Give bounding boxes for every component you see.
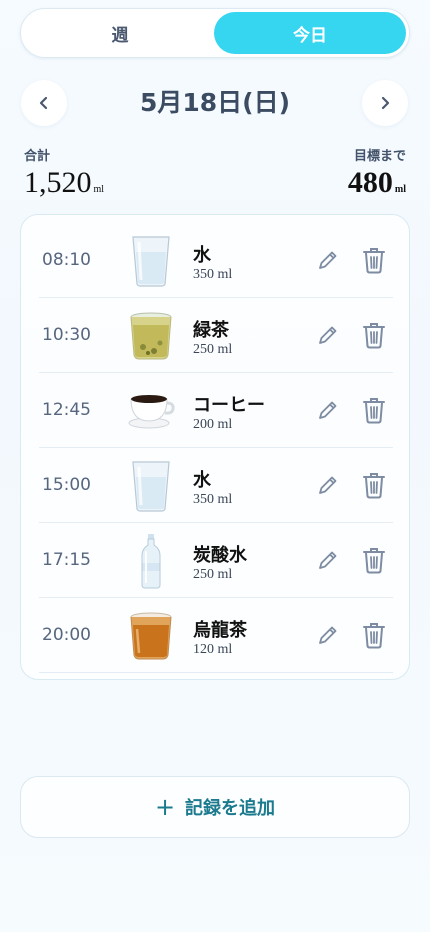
entry-amount: 250 ml [193, 567, 233, 582]
add-record-label: 記録を追加 [185, 798, 276, 819]
list-item: 12:45 コーヒー 200 ml [39, 373, 393, 448]
trash-icon[interactable] [361, 245, 387, 275]
entry-name: 水 [193, 245, 211, 266]
entry-time: 10:30 [42, 325, 91, 345]
trash-icon[interactable] [361, 620, 387, 650]
total-value: 1,520 ml [24, 166, 104, 200]
entry-time: 15:00 [42, 475, 91, 495]
intake-list: 08:10 水 350 ml 10:30 緑茶 250 ml 12:45 コーヒ… [20, 214, 410, 680]
water-glass-icon [127, 233, 175, 289]
entry-time: 20:00 [42, 625, 91, 645]
previous-day-button[interactable] [21, 80, 67, 126]
remaining-value: 480 ml [348, 166, 406, 200]
entry-amount: 350 ml [193, 267, 233, 282]
edit-pencil-icon[interactable] [315, 472, 341, 498]
oolong-tea-glass-icon [127, 608, 175, 664]
chevron-right-icon [381, 96, 390, 110]
entry-name: 炭酸水 [193, 545, 247, 566]
entry-amount: 250 ml [193, 342, 233, 357]
entry-amount: 350 ml [193, 492, 233, 507]
total-number: 1,520 [24, 166, 92, 199]
entry-amount: 200 ml [193, 417, 233, 432]
edit-pencil-icon[interactable] [315, 322, 341, 348]
list-item: 08:10 水 350 ml [39, 223, 393, 298]
date-title: 5月18日(日) [139, 88, 291, 117]
remaining-unit: ml [394, 184, 406, 195]
list-item: 20:00 烏龍茶 120 ml [39, 598, 393, 673]
coffee-cup-icon [127, 383, 175, 439]
remaining-number: 480 [347, 166, 393, 199]
sparkling-water-bottle-icon [127, 533, 175, 589]
edit-pencil-icon[interactable] [315, 622, 341, 648]
entry-time: 08:10 [42, 250, 91, 270]
trash-icon[interactable] [361, 545, 387, 575]
edit-pencil-icon[interactable] [315, 247, 341, 273]
entry-time: 17:15 [42, 550, 91, 570]
period-segmented-control: 週 今日 [20, 8, 410, 58]
list-item: 17:15 炭酸水 250 ml [39, 523, 393, 598]
entry-name: 烏龍茶 [193, 620, 247, 641]
trash-icon[interactable] [361, 470, 387, 500]
trash-icon[interactable] [361, 395, 387, 425]
remaining-label: 目標まで [353, 149, 406, 164]
total-unit: ml [93, 184, 105, 195]
tab-today[interactable]: 今日 [214, 12, 406, 54]
edit-pencil-icon[interactable] [315, 547, 341, 573]
trash-icon[interactable] [361, 320, 387, 350]
water-glass-icon [127, 458, 175, 514]
plus-icon: + [154, 793, 176, 821]
entry-time: 12:45 [42, 400, 91, 420]
list-item: 10:30 緑茶 250 ml [39, 298, 393, 373]
edit-pencil-icon[interactable] [315, 397, 341, 423]
chevron-left-icon [39, 96, 48, 110]
entry-name: コーヒー [193, 395, 265, 416]
green-tea-glass-icon [127, 308, 175, 364]
next-day-button[interactable] [362, 80, 408, 126]
total-label: 合計 [24, 149, 51, 164]
list-item: 15:00 水 350 ml [39, 448, 393, 523]
entry-name: 水 [193, 470, 211, 491]
add-record-button[interactable]: + 記録を追加 [20, 776, 410, 838]
entry-name: 緑茶 [193, 320, 229, 341]
tab-week[interactable]: 週 [24, 12, 216, 54]
entry-amount: 120 ml [193, 642, 233, 657]
